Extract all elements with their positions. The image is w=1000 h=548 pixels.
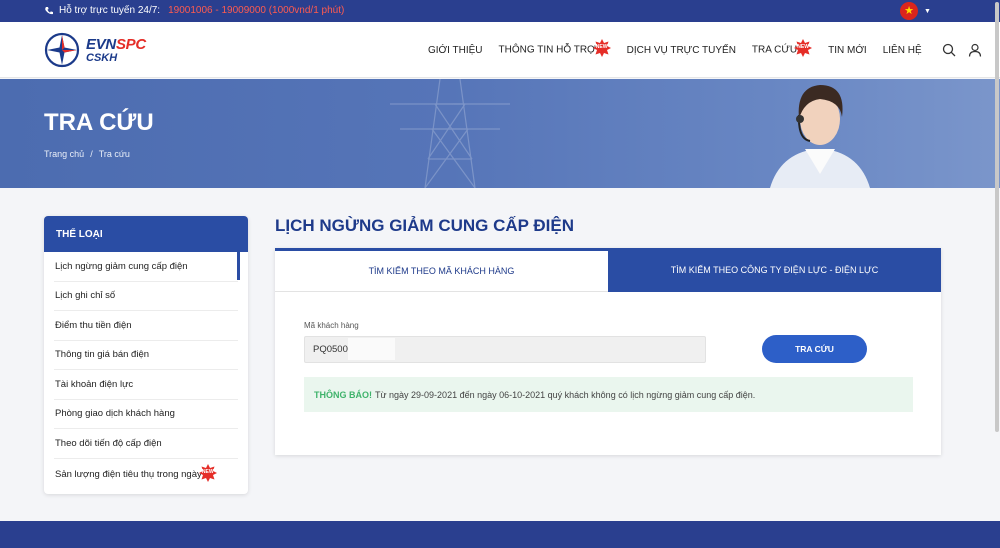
nav-thong-tin-ho-tro[interactable]: THÔNG TIN HỖ TRỢ NEW bbox=[498, 39, 611, 57]
phone-icon bbox=[45, 6, 53, 14]
breadcrumb-current: Tra cứu bbox=[98, 149, 130, 159]
nav-label: TIN MỚI bbox=[828, 44, 867, 56]
site-header: EVNSPC CSKH GIỚI THIỆU THÔNG TIN HỖ TRỢ N… bbox=[0, 22, 1000, 78]
nav-tin-moi[interactable]: TIN MỚI bbox=[828, 45, 867, 56]
notice-label: THÔNG BÁO! bbox=[314, 389, 372, 400]
main-nav: GIỚI THIỆU THÔNG TIN HỖ TRỢ NEW DỊCH VỤ T… bbox=[420, 22, 982, 78]
sidebar-item-lich-ngung-giam[interactable]: Lịch ngừng giảm cung cấp điện bbox=[54, 252, 240, 282]
notice-box: THÔNG BÁO! Từ ngày 29-09-2021 đến ngày 0… bbox=[304, 377, 913, 412]
logo-text-cskh: CSKH bbox=[86, 51, 118, 64]
support-agent-image bbox=[770, 85, 870, 188]
logo-text-spc: SPC bbox=[115, 35, 146, 53]
hotline-numbers[interactable]: 19001006 - 19009000 (1000vnd/1 phút) bbox=[168, 5, 344, 16]
user-icon[interactable] bbox=[968, 43, 982, 57]
tab-label: TÌM KIẾM THEO MÃ KHÁCH HÀNG bbox=[368, 266, 515, 276]
new-badge-icon: NEW bbox=[592, 39, 611, 57]
breadcrumb: Trang chủ / Tra cứu bbox=[44, 149, 130, 159]
nav-tra-cuu[interactable]: TRA CỨU NEW bbox=[751, 39, 813, 57]
notice-text: Từ ngày 29-09-2021 đến ngày 06-10-2021 q… bbox=[375, 389, 756, 400]
hero-banner: TRA CỨU Trang chủ / Tra cứu bbox=[0, 79, 1000, 188]
nav-dich-vu-truc-tuyen[interactable]: DỊCH VỤ TRỰC TUYẾN bbox=[627, 45, 736, 56]
search-panel: TÌM KIẾM THEO MÃ KHÁCH HÀNG TÌM KIẾM THE… bbox=[275, 248, 941, 455]
topbar: Hỗ trợ trực tuyến 24/7: 19001006 - 19009… bbox=[0, 0, 1000, 22]
section-title: LỊCH NGỪNG GIẢM CUNG CẤP ĐIỆN bbox=[275, 216, 575, 235]
sidebar-item-tien-do-cap-dien[interactable]: Theo dõi tiến độ cấp điện bbox=[54, 429, 238, 459]
tab-label: TÌM KIẾM THEO CÔNG TY ĐIỆN LỰC - ĐIỆN LỰ… bbox=[670, 265, 879, 275]
category-sidebar: THỂ LOẠI Lịch ngừng giảm cung cấp điện L… bbox=[44, 216, 248, 494]
sidebar-item-gia-ban-dien[interactable]: Thông tin giá bán điện bbox=[54, 341, 238, 370]
new-badge-icon: NEW bbox=[794, 39, 813, 57]
nav-label: GIỚI THIỆU bbox=[428, 44, 483, 56]
sidebar-item-lich-ghi-chi-so[interactable]: Lịch ghi chỉ số bbox=[54, 282, 238, 311]
redacted-mask bbox=[348, 338, 395, 360]
sidebar-item-label: Lịch ngừng giảm cung cấp điện bbox=[55, 260, 188, 272]
sidebar-list: Lịch ngừng giảm cung cấp điện Lịch ghi c… bbox=[44, 252, 248, 491]
nav-label: LIÊN HỆ bbox=[882, 44, 922, 56]
hotline: Hỗ trợ trực tuyến 24/7: 19001006 - 19009… bbox=[44, 5, 344, 16]
search-tabs: TÌM KIẾM THEO MÃ KHÁCH HÀNG TÌM KIẾM THE… bbox=[275, 248, 941, 292]
scrollbar-thumb[interactable] bbox=[995, 2, 999, 432]
customer-code-label: Mã khách hàng bbox=[304, 321, 359, 330]
sidebar-item-label: Lịch ghi chỉ số bbox=[55, 290, 116, 302]
vietnam-flag-icon: ★ bbox=[900, 2, 918, 20]
nav-lien-he[interactable]: LIÊN HỆ bbox=[883, 45, 922, 56]
logo[interactable]: EVNSPC CSKH bbox=[44, 32, 146, 68]
tab-search-by-customer-code[interactable]: TÌM KIẾM THEO MÃ KHÁCH HÀNG bbox=[275, 248, 608, 292]
sidebar-item-label: Sản lượng điện tiêu thụ trong ngày bbox=[55, 469, 202, 480]
nav-gioi-thieu[interactable]: GIỚI THIỆU bbox=[428, 45, 483, 56]
sidebar-item-label: Điểm thu tiền điện bbox=[55, 319, 132, 331]
sidebar-item-diem-thu-tien[interactable]: Điểm thu tiền điện bbox=[54, 311, 238, 341]
new-badge-icon: NEW bbox=[198, 463, 217, 482]
chevron-down-icon: ▼ bbox=[924, 7, 931, 15]
nav-label: THÔNG TIN HỖ TRỢ bbox=[498, 44, 596, 56]
sidebar-item-tai-khoan[interactable]: Tài khoản điện lực bbox=[54, 370, 238, 400]
hotline-label: Hỗ trợ trực tuyến 24/7: bbox=[59, 5, 161, 16]
sidebar-item-san-luong-dien[interactable]: Sản lượng điện tiêu thụ trong ngày NEW bbox=[54, 459, 238, 491]
evn-logo-icon bbox=[44, 32, 80, 68]
new-badge-text: NEW bbox=[797, 44, 809, 50]
logo-text-evn: EVN bbox=[86, 35, 116, 53]
footer bbox=[0, 521, 1000, 548]
sidebar-item-label: Tài khoản điện lực bbox=[55, 378, 134, 390]
sidebar-title: THỂ LOẠI bbox=[44, 216, 248, 252]
search-button[interactable]: TRA CỨU bbox=[762, 335, 867, 363]
new-badge-text: NEW bbox=[595, 44, 608, 50]
nav-label: TRA CỨU bbox=[751, 44, 798, 56]
search-icon[interactable] bbox=[942, 43, 956, 57]
sidebar-item-phong-giao-dich[interactable]: Phòng giao dịch khách hàng bbox=[54, 400, 238, 429]
new-badge-text: NEW bbox=[201, 468, 214, 475]
language-switcher[interactable]: ★ ▼ bbox=[900, 2, 931, 20]
power-tower-graphic bbox=[390, 79, 510, 188]
page-scrollbar[interactable] bbox=[993, 0, 1000, 521]
sidebar-item-label: Phòng giao dịch khách hàng bbox=[55, 408, 175, 420]
sidebar-item-label: Theo dõi tiến độ cấp điện bbox=[55, 437, 162, 449]
nav-label: DỊCH VỤ TRỰC TUYẾN bbox=[626, 44, 736, 56]
sidebar-item-label: Thông tin giá bán điện bbox=[55, 349, 150, 361]
tab-search-by-company[interactable]: TÌM KIẾM THEO CÔNG TY ĐIỆN LỰC - ĐIỆN LỰ… bbox=[608, 248, 941, 292]
breadcrumb-home[interactable]: Trang chủ bbox=[44, 149, 84, 159]
page-title: TRA CỨU bbox=[44, 109, 154, 136]
